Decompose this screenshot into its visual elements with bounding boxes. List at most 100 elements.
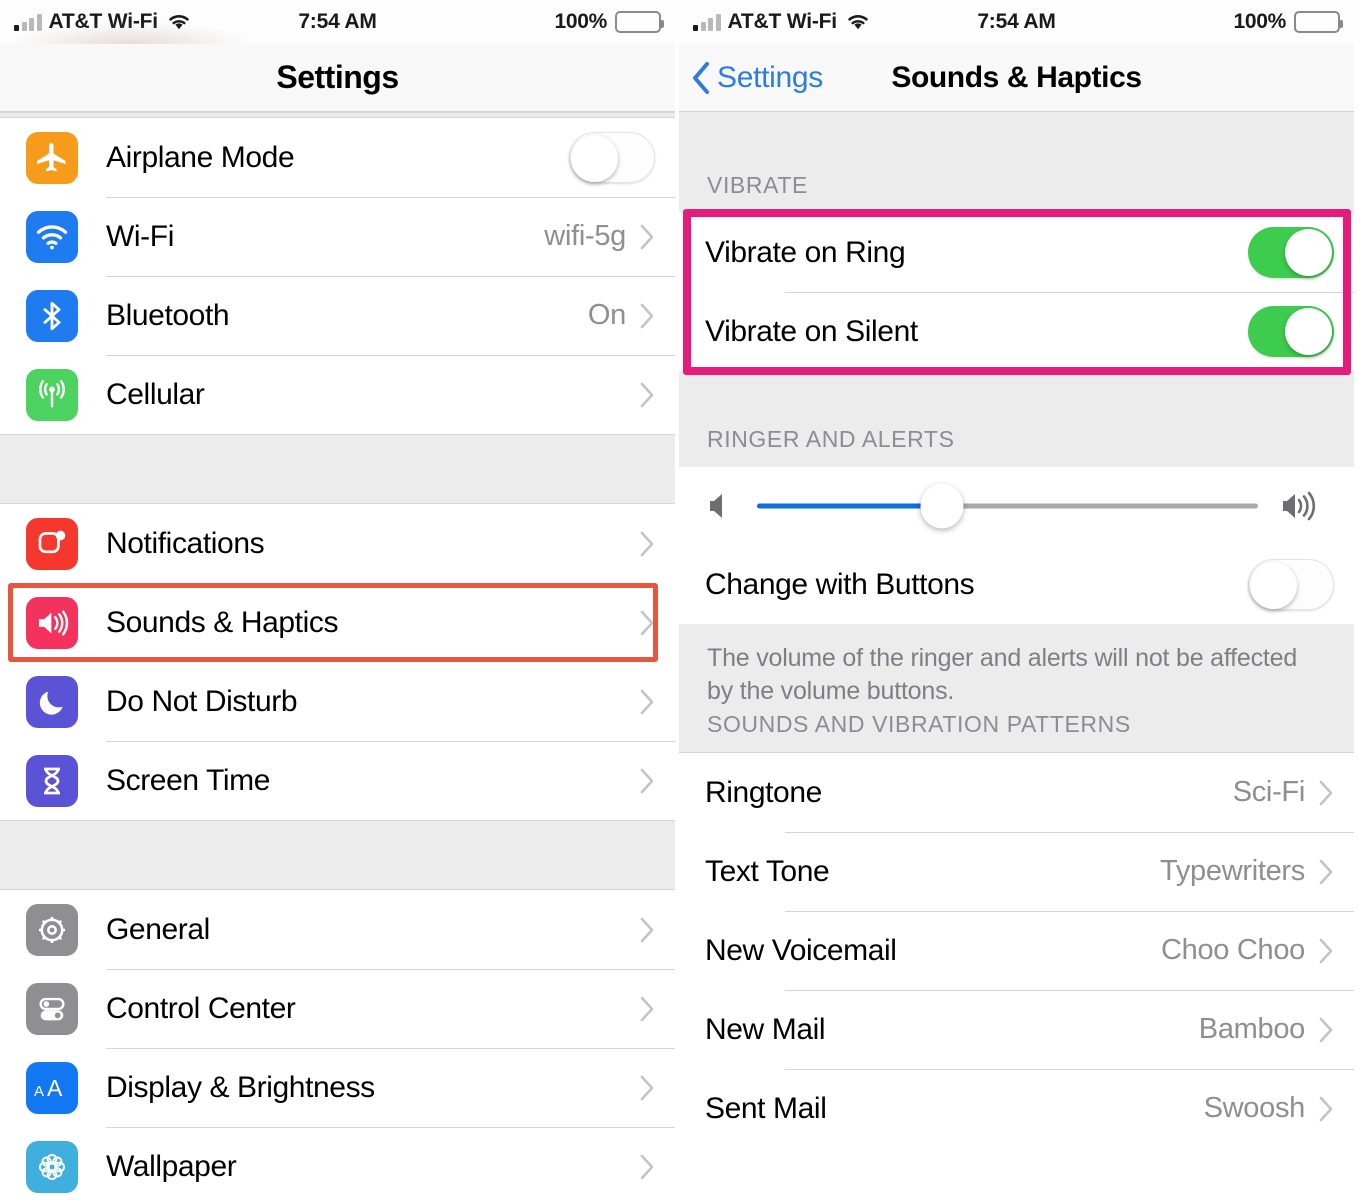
sounds-nav-bar: Settings Sounds & Haptics bbox=[679, 44, 1354, 112]
back-button[interactable]: Settings bbox=[679, 61, 823, 95]
gear-icon bbox=[26, 903, 78, 956]
moon-icon bbox=[26, 675, 78, 728]
sidebar-item-label: Bluetooth bbox=[106, 298, 230, 332]
bluetooth-icon bbox=[26, 289, 78, 342]
status-bar-left: AT&T Wi-Fi 7:54 AM 100% bbox=[0, 0, 675, 66]
status-bar-right: AT&T Wi-Fi 7:54 AM 100% bbox=[679, 0, 1354, 44]
row-accessory bbox=[1248, 306, 1334, 357]
ringer-volume-row[interactable] bbox=[679, 467, 1354, 545]
chevron-right-icon bbox=[640, 996, 655, 1022]
chevron-right-icon bbox=[640, 689, 655, 715]
speaker-high-icon bbox=[1280, 489, 1326, 523]
sidebar-item-label: Display & Brightness bbox=[106, 1070, 375, 1104]
dual-screenshot-container: AT&T Wi-Fi 7:54 AM 100% Settings Airplan… bbox=[0, 0, 1358, 1200]
sidebar-item-label: Wi-Fi bbox=[106, 219, 174, 253]
chevron-right-icon bbox=[640, 531, 655, 557]
svg-text:A: A bbox=[34, 1083, 44, 1100]
row-accessory bbox=[640, 917, 655, 943]
sidebar-item-label: General bbox=[106, 912, 210, 946]
row-new-mail[interactable]: New Mail Bamboo bbox=[679, 990, 1354, 1069]
sounds-haptics-screen: AT&T Wi-Fi 7:54 AM 100% Settings Sounds … bbox=[679, 0, 1354, 1200]
hourglass-icon bbox=[26, 754, 78, 807]
row-text-tone[interactable]: Text Tone Typewriters bbox=[679, 832, 1354, 911]
row-value: Bamboo bbox=[1198, 1013, 1306, 1045]
vibrate-on-silent-toggle[interactable] bbox=[1248, 306, 1334, 357]
battery-percent-label: 100% bbox=[1233, 10, 1286, 33]
row-label: Text Tone bbox=[705, 854, 830, 888]
chevron-right-icon bbox=[640, 224, 655, 250]
notifications-icon bbox=[26, 517, 78, 570]
sidebar-item-do-not-disturb[interactable]: Do Not Disturb bbox=[0, 662, 675, 741]
chevron-right-icon bbox=[1319, 780, 1334, 806]
section-header-ringer: RINGER AND ALERTS bbox=[679, 421, 1354, 467]
sidebar-item-label: Notifications bbox=[106, 526, 265, 560]
section-header-vibrate: VIBRATE bbox=[679, 168, 1354, 213]
chevron-right-icon bbox=[640, 917, 655, 943]
sidebar-item-label: Airplane Mode bbox=[106, 140, 295, 174]
row-value: Choo Choo bbox=[1160, 934, 1305, 966]
chevron-right-icon bbox=[1319, 1096, 1334, 1122]
sidebar-item-control-center[interactable]: Control Center bbox=[0, 969, 675, 1048]
row-accessory: Choo Choo bbox=[1161, 934, 1334, 967]
sidebar-item-screen-time[interactable]: Screen Time bbox=[0, 741, 675, 820]
vibrate-on-ring-toggle[interactable] bbox=[1248, 227, 1334, 278]
row-vibrate-on-silent[interactable]: Vibrate on Silent bbox=[679, 292, 1354, 371]
wifi-icon bbox=[26, 210, 78, 263]
chevron-right-icon bbox=[640, 382, 655, 408]
settings-screen: AT&T Wi-Fi 7:54 AM 100% Settings Airplan… bbox=[0, 0, 679, 1200]
settings-group-system: Notifications Sounds & Haptics Do Not Di… bbox=[0, 504, 675, 820]
cellular-antenna-icon bbox=[26, 368, 78, 421]
sidebar-item-bluetooth[interactable]: Bluetooth On bbox=[0, 276, 675, 355]
sidebar-item-wifi[interactable]: Wi-Fi wifi-5g bbox=[0, 197, 675, 276]
battery-full-icon bbox=[615, 11, 664, 33]
back-button-label: Settings bbox=[717, 60, 823, 94]
svg-text:A: A bbox=[47, 1075, 63, 1101]
row-accessory bbox=[569, 132, 655, 183]
slider-thumb[interactable] bbox=[920, 483, 964, 529]
sidebar-item-wallpaper[interactable]: Wallpaper bbox=[0, 1127, 675, 1200]
row-change-with-buttons[interactable]: Change with Buttons bbox=[679, 545, 1354, 624]
text-size-icon: A A bbox=[26, 1061, 78, 1114]
chevron-right-icon bbox=[1319, 1017, 1334, 1043]
change-with-buttons-toggle[interactable] bbox=[1248, 559, 1334, 610]
sidebar-item-label: Do Not Disturb bbox=[106, 684, 298, 718]
row-accessory: Sci-Fi bbox=[1233, 776, 1334, 809]
chevron-right-icon bbox=[640, 768, 655, 794]
sidebar-item-general[interactable]: General bbox=[0, 890, 675, 969]
row-value: Sci-Fi bbox=[1232, 776, 1306, 808]
battery-full-icon bbox=[1294, 11, 1343, 33]
sidebar-item-notifications[interactable]: Notifications bbox=[0, 504, 675, 583]
row-label: Vibrate on Ring bbox=[705, 235, 906, 269]
vibrate-group: Vibrate on Ring Vibrate on Silent bbox=[679, 209, 1354, 375]
sidebar-item-airplane-mode[interactable]: Airplane Mode bbox=[0, 118, 675, 197]
volume-slider[interactable] bbox=[757, 483, 1258, 529]
speaker-low-icon bbox=[707, 489, 735, 523]
row-accessory bbox=[640, 1154, 655, 1180]
row-label: New Mail bbox=[705, 1012, 826, 1046]
row-ringtone[interactable]: Ringtone Sci-Fi bbox=[679, 753, 1354, 832]
vibrate-top-spacer bbox=[679, 112, 1354, 168]
section-header-sounds-patterns: SOUNDS AND VIBRATION PATTERNS bbox=[679, 706, 1354, 752]
row-label: Sent Mail bbox=[705, 1091, 827, 1125]
row-new-voicemail[interactable]: New Voicemail Choo Choo bbox=[679, 911, 1354, 990]
sidebar-item-sounds-haptics[interactable]: Sounds & Haptics bbox=[0, 583, 675, 662]
chevron-right-icon bbox=[1319, 938, 1334, 964]
slider-fill bbox=[757, 503, 943, 509]
row-accessory: wifi-5g bbox=[544, 220, 655, 253]
ringer-top-spacer bbox=[679, 371, 1354, 421]
control-center-icon bbox=[26, 982, 78, 1035]
row-vibrate-on-ring[interactable]: Vibrate on Ring bbox=[679, 213, 1354, 292]
wallpaper-flower-icon bbox=[26, 1140, 78, 1193]
airplane-mode-toggle[interactable] bbox=[569, 132, 655, 183]
sidebar-item-display-brightness[interactable]: A A Display & Brightness bbox=[0, 1048, 675, 1127]
row-accessory: Swoosh bbox=[1204, 1092, 1334, 1125]
row-accessory bbox=[640, 996, 655, 1022]
row-sent-mail[interactable]: Sent Mail Swoosh bbox=[679, 1069, 1354, 1148]
sidebar-item-cellular[interactable]: Cellular bbox=[0, 355, 675, 434]
speaker-icon bbox=[26, 596, 78, 649]
row-accessory: On bbox=[588, 299, 655, 332]
row-accessory bbox=[640, 1075, 655, 1101]
battery-percent-label: 100% bbox=[554, 10, 607, 33]
airplane-icon bbox=[26, 131, 78, 184]
sidebar-item-label: Cellular bbox=[106, 377, 205, 411]
